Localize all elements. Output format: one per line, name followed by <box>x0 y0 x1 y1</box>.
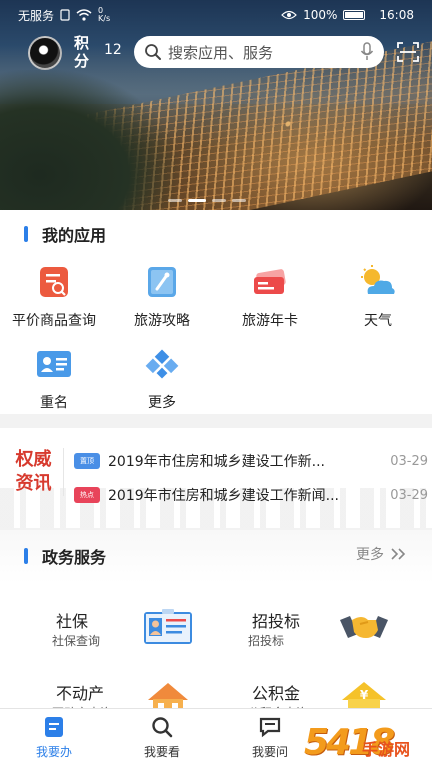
weather-icon <box>358 262 398 302</box>
news-date: 03-29 <box>390 453 428 469</box>
section-accent-bar <box>24 226 28 242</box>
battery-icon <box>343 10 366 20</box>
nav-label: 我要问 <box>251 745 288 759</box>
travel-card-icon <box>250 262 290 302</box>
news-date: 03-29 <box>390 487 428 503</box>
search-input[interactable]: 搜索应用、服务 <box>134 36 384 68</box>
gov-services-header: 政务服务 <box>24 544 106 568</box>
nav-tab-ask[interactable]: 我要问 <box>230 715 310 760</box>
app-weather[interactable]: 天气 <box>324 262 432 330</box>
app-more[interactable]: 更多 <box>108 344 216 412</box>
my-apps-title: 我的应用 <box>42 226 107 245</box>
app-label: 天气 <box>364 313 392 329</box>
service-name: 招投标 <box>252 612 301 631</box>
service-sub: 招投标 <box>248 634 285 648</box>
news-logo-line2: 资讯 <box>15 473 52 494</box>
status-bar: 无服务 0 K/s 100% 16:08 <box>0 0 432 30</box>
section-accent-bar <box>24 548 28 564</box>
name-check-icon <box>34 344 74 384</box>
svg-text:¥: ¥ <box>360 688 369 702</box>
eye-icon <box>281 10 297 20</box>
document-icon <box>45 717 63 737</box>
app-label: 重名 <box>40 395 68 411</box>
search-icon <box>152 717 173 738</box>
hero-mountain <box>0 70 180 210</box>
app-name-check[interactable]: 重名 <box>0 344 108 412</box>
carousel-dot <box>232 199 246 202</box>
carrier-text: 无服务 <box>18 8 55 23</box>
top-bar: 积分 12 搜索应用、服务 <box>0 32 432 72</box>
double-chevron-right-icon <box>391 548 406 560</box>
app-price-query[interactable]: 平价商品查询 <box>0 262 108 330</box>
app-label: 更多 <box>148 395 176 411</box>
service-sub: 社保查询 <box>52 634 101 648</box>
id-card-icon <box>144 609 192 644</box>
search-placeholder: 搜索应用、服务 <box>168 43 274 62</box>
price-query-icon <box>34 262 74 302</box>
carousel-dot <box>212 199 226 202</box>
app-label: 旅游攻略 <box>134 313 190 329</box>
gov-services-title: 政务服务 <box>42 548 107 567</box>
handshake-icon <box>340 616 388 638</box>
app-travel-guide[interactable]: 旅游攻略 <box>108 262 216 330</box>
sim-icon <box>60 9 70 21</box>
nav-tab-view[interactable]: 我要看 <box>122 715 202 760</box>
news-logo-line1: 权威 <box>15 449 52 470</box>
wifi-icon <box>76 9 92 21</box>
microphone-icon[interactable] <box>360 42 374 62</box>
scan-icon[interactable] <box>396 40 420 64</box>
nav-label: 我要看 <box>143 745 180 759</box>
nav-label: 我要办 <box>35 745 72 759</box>
more-services-link[interactable]: 更多 <box>356 544 408 564</box>
news-item[interactable]: 热点 2019年市住房和城乡建设工作新闻... 03-29 <box>74 480 428 510</box>
more-label: 更多 <box>356 547 384 563</box>
app-label: 平价商品查询 <box>12 313 96 329</box>
carousel-dot <box>168 199 182 202</box>
points-label[interactable]: 积分 <box>74 34 92 70</box>
network-speed: 0 K/s <box>98 6 111 23</box>
travel-guide-icon <box>142 262 182 302</box>
carousel-indicator <box>168 199 246 202</box>
clock: 16:08 <box>379 8 414 22</box>
search-icon <box>145 44 161 60</box>
service-social-security[interactable]: 社保 社保查询 <box>32 602 222 666</box>
service-name: 社保 <box>56 612 89 631</box>
news-section: 权威 资讯 置顶 2019年市住房和城乡建设工作新... 03-29 热点 20… <box>0 428 432 528</box>
service-name: 不动产 <box>56 684 105 703</box>
my-apps-section: 我的应用 平价商品查询 旅游攻略 旅游年卡 天气 重名 更多 <box>0 210 432 414</box>
bottom-nav: 我要办 我要看 我要问 5418 手游网 <box>0 708 432 768</box>
nav-tab-todo[interactable]: 我要办 <box>14 715 94 760</box>
app-travel-card[interactable]: 旅游年卡 <box>216 262 324 330</box>
news-tag-hot: 热点 <box>74 487 100 503</box>
news-title: 2019年市住房和城乡建设工作新... <box>108 454 325 470</box>
avatar[interactable] <box>28 36 62 70</box>
watermark-text: 手游网 <box>362 740 411 759</box>
app-label: 旅游年卡 <box>242 313 298 329</box>
gov-services-section: 政务服务 更多 社保 社保查询 招投标 招投标 不动产 不动产查询 公积金 公积… <box>0 530 432 720</box>
points-value[interactable]: 12 <box>104 42 122 58</box>
battery-percent: 100% <box>303 8 338 22</box>
my-apps-header: 我的应用 <box>24 222 106 246</box>
service-bidding[interactable]: 招投标 招投标 <box>228 602 418 666</box>
carousel-dot-active <box>188 199 206 202</box>
news-title: 2019年市住房和城乡建设工作新闻... <box>108 488 339 504</box>
news-tag-top: 置顶 <box>74 453 100 469</box>
service-name: 公积金 <box>252 684 301 703</box>
news-item[interactable]: 置顶 2019年市住房和城乡建设工作新... 03-29 <box>74 446 428 476</box>
more-apps-icon <box>142 344 182 384</box>
site-watermark: 5418 手游网 <box>304 722 428 768</box>
news-logo: 权威 资讯 <box>8 448 64 496</box>
chat-icon <box>259 717 281 738</box>
